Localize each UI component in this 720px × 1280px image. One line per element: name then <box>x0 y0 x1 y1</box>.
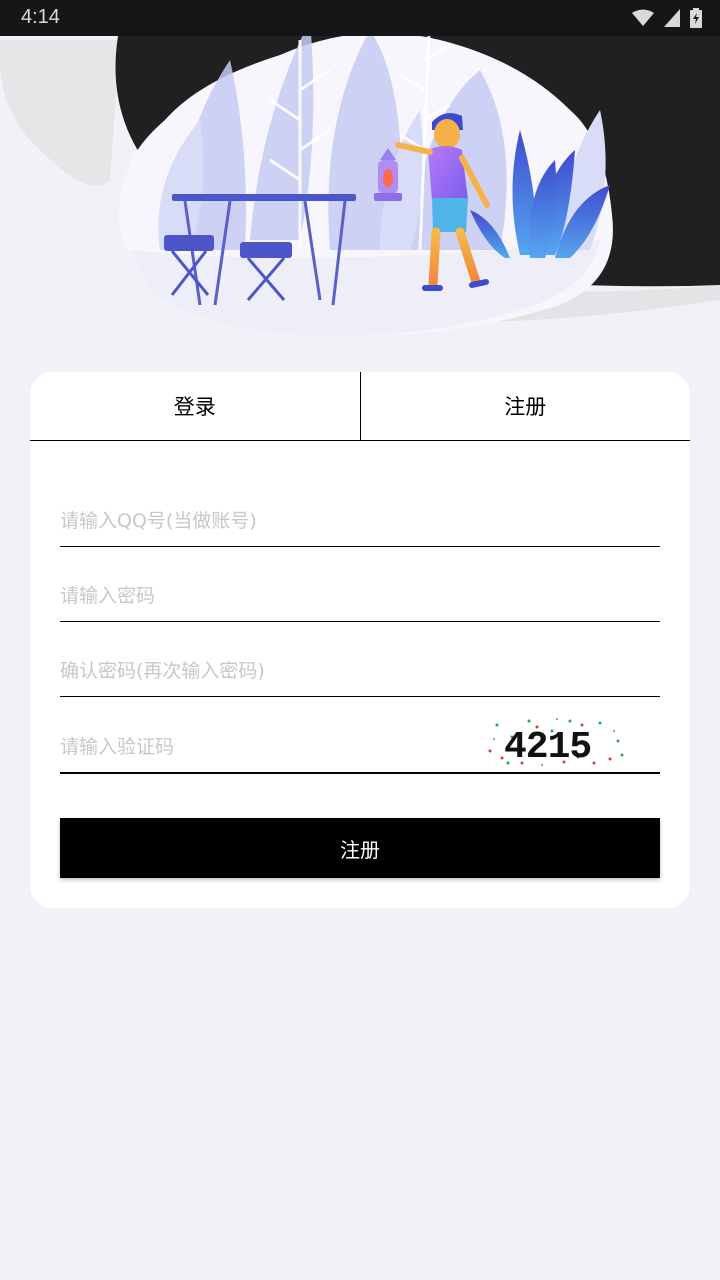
signal-icon <box>664 9 680 27</box>
camping-scene-illustration <box>0 9 720 336</box>
confirm-password-input[interactable] <box>60 660 460 682</box>
confirm-password-field <box>60 622 660 697</box>
qq-field <box>60 472 660 547</box>
wifi-icon <box>632 9 654 26</box>
qq-input[interactable] <box>60 510 460 532</box>
password-input[interactable] <box>60 585 460 607</box>
captcha-field: 4215 <box>60 697 660 774</box>
password-field <box>60 547 660 622</box>
tab-register[interactable]: 注册 <box>361 372 691 440</box>
tab-login[interactable]: 登录 <box>30 372 360 440</box>
status-bar: 4:14 <box>0 0 720 36</box>
register-button[interactable]: 注册 <box>60 818 660 878</box>
status-time: 4:14 <box>21 6 60 28</box>
captcha-image[interactable]: 4215 <box>482 713 628 769</box>
captcha-code: 4215 <box>504 726 591 769</box>
captcha-input[interactable] <box>60 736 440 758</box>
status-icons <box>632 7 702 29</box>
register-card: 登录 注册 请输入QQ号(当做账号) 请输入验证码 4215 注册 <box>30 372 690 908</box>
auth-tabs: 登录 注册 <box>30 372 690 441</box>
battery-icon <box>690 8 702 28</box>
